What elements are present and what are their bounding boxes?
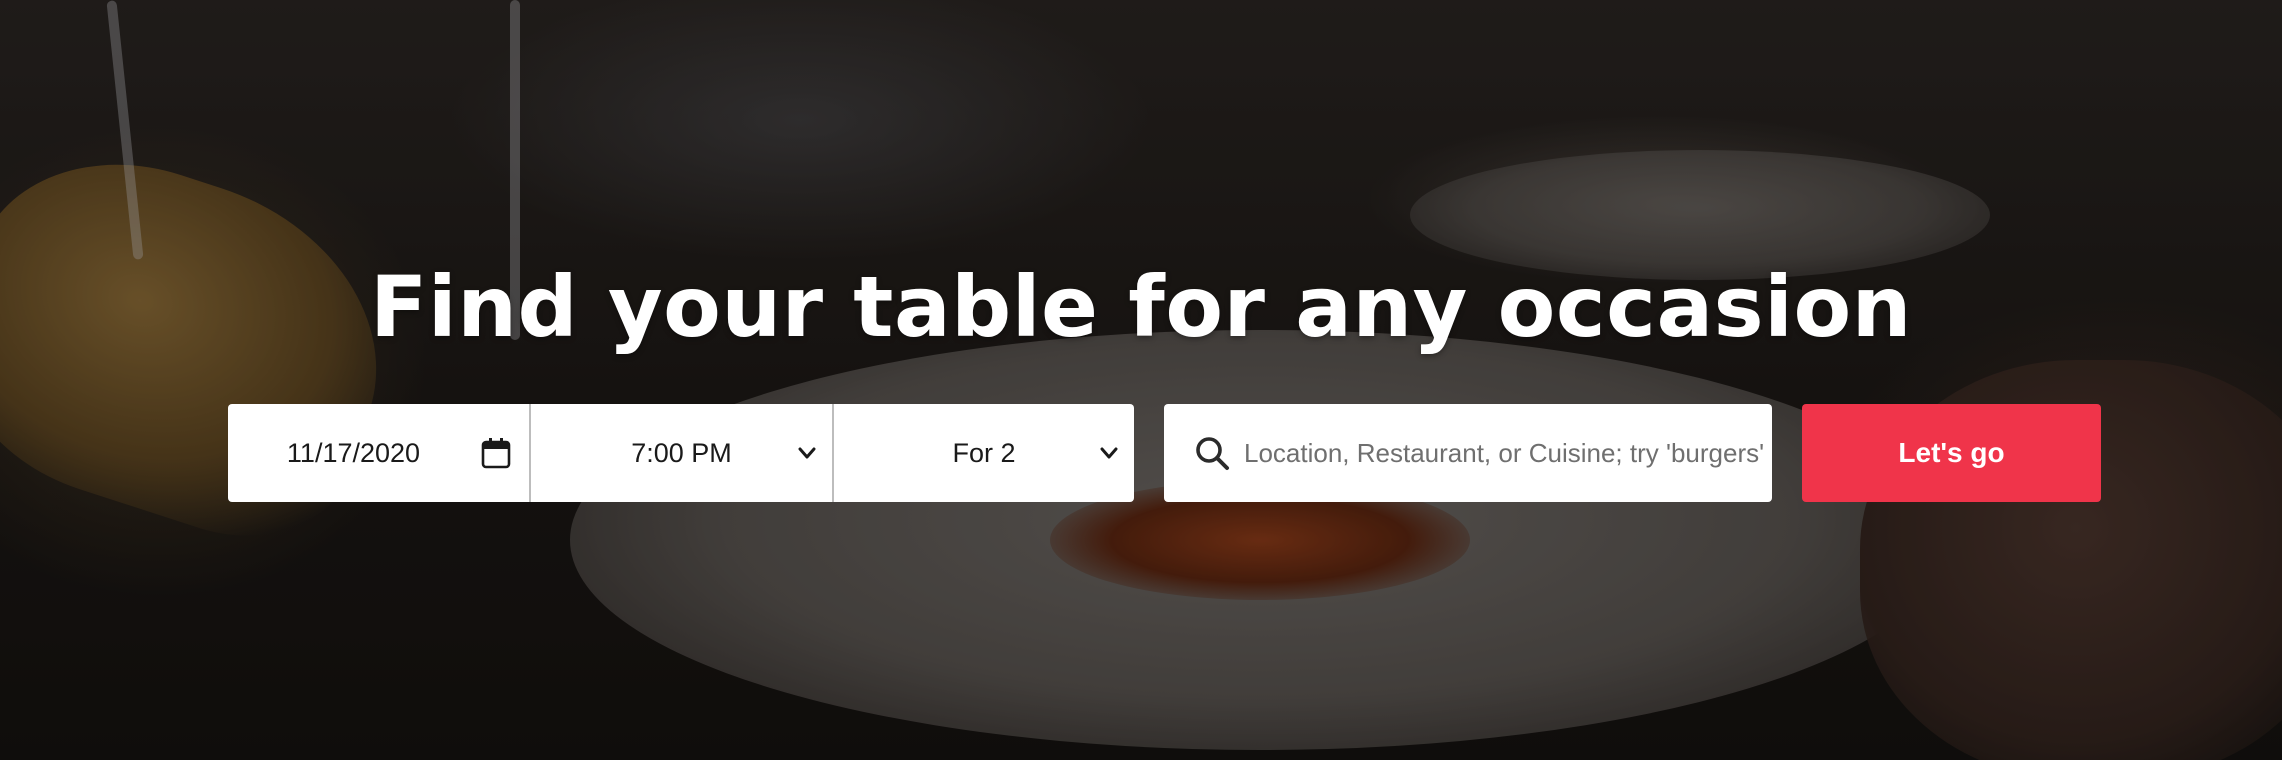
- field-divider: [529, 404, 531, 502]
- hero-headline: Find your table for any occasion: [370, 258, 1912, 356]
- search-icon: [1196, 437, 1229, 470]
- time-select[interactable]: 7:00 PM: [531, 404, 832, 502]
- party-size-select[interactable]: For 2: [834, 404, 1134, 502]
- field-divider: [832, 404, 834, 502]
- hero-banner: Find your table for any occasion 11/17/2…: [0, 0, 2282, 760]
- date-picker[interactable]: 11/17/2020: [228, 404, 529, 502]
- calendar-icon[interactable]: [481, 437, 511, 469]
- party-size-value: For 2: [952, 437, 1016, 468]
- time-value: 7:00 PM: [631, 437, 732, 468]
- chevron-down-icon: [1100, 447, 1118, 459]
- chevron-down-icon: [798, 447, 816, 459]
- search-input[interactable]: [1244, 437, 1764, 469]
- lets-go-button[interactable]: Let's go: [1802, 404, 2101, 502]
- hero-overlay: [0, 0, 2282, 760]
- date-value: 11/17/2020: [286, 437, 421, 468]
- search-field[interactable]: [1164, 404, 1772, 502]
